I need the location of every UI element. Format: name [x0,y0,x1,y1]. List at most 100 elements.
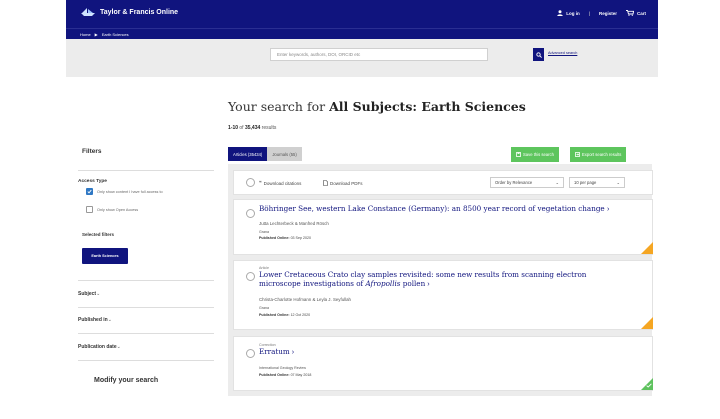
ship-logo-icon [81,8,95,16]
checkbox-unchecked[interactable] [86,206,93,213]
published-label: Published Online: [259,313,290,317]
checkbox-checked[interactable] [86,188,93,195]
login-link[interactable]: Log in [557,10,580,16]
result-journal[interactable]: Grana [259,230,269,234]
divider [78,170,214,171]
result-journal[interactable]: Grana [259,306,269,310]
title-subject: All Subjects: Earth Sciences [329,99,526,114]
download-citations-link[interactable]: ❝ Download citations [259,180,301,186]
site-logo[interactable]: Taylor & Francis Online [80,8,178,16]
full-access-label: Only show content I have full access to [97,189,163,194]
access-badge-icon [641,317,653,329]
search-input[interactable]: Enter keywords, authors, DOI, ORCID etc [270,48,488,61]
cart-icon [625,10,634,16]
published-date: 07 May 2018 [290,373,312,377]
nav-divider: | [588,10,590,16]
result-tabs: Articles (35434) Journals (55) [228,147,302,161]
chevron-down-icon: ⌄ [116,344,121,350]
result-published: Published Online: 03 Sep 2020 [259,236,311,240]
login-label: Log in [566,10,580,16]
search-band: Enter keywords, authors, DOI, ORCID etc … [66,39,658,77]
modify-search-heading[interactable]: Modify your search [94,377,158,384]
result-title: Böhringer See, western Lake Constance (G… [259,204,605,213]
divider [78,360,214,361]
full-access-checkbox[interactable]: Only show content I have full access to [86,188,163,195]
facet-published-in[interactable]: Published in⌄ [78,317,112,323]
chevron-right-icon: › [289,347,295,356]
download-citations-label: Download citations [263,180,302,186]
breadcrumb-current: Earth Sciences [101,32,129,37]
chevron-right-icon: › [425,278,430,288]
access-badge-icon [641,242,653,254]
export-icon [575,152,580,157]
breadcrumb-home[interactable]: Home [80,32,91,39]
checkmark-icon [87,189,92,194]
result-suffix: results [260,125,277,131]
export-results-label: Export search results [582,152,622,157]
facet-subject[interactable]: Subject⌄ [78,291,100,297]
order-by-select[interactable]: Order by Relevance ⌄ [490,177,564,188]
download-pdfs-link[interactable]: Download PDFs [323,180,363,186]
user-icon [557,10,563,16]
filter-chip-earth-sciences[interactable]: Earth Sciences [82,248,128,264]
document-icon [323,180,328,186]
save-icon [516,152,521,157]
save-search-button[interactable]: Save this search [511,147,559,162]
published-label: Published Online: [259,373,290,377]
tab-journals[interactable]: Journals (55) [267,147,302,161]
result-total: 35,434 [244,125,261,131]
divider [78,280,214,281]
result-title-italic: Afropollis [365,278,401,288]
chevron-down-icon: ⌄ [107,317,112,323]
selected-filters-heading: Selected filters [82,232,115,237]
chevron-down-icon: ⌄ [616,180,620,185]
register-link[interactable]: Register [599,11,617,16]
published-date: 12 Oct 2020 [290,313,311,317]
result-title-link[interactable]: Erratum › [259,347,295,357]
published-date: 03 Sep 2020 [290,236,311,240]
result-title-link[interactable]: Lower Cretaceous Crato clay samples revi… [259,270,644,288]
result-published: Published Online: 07 May 2018 [259,373,311,377]
select-all-radio[interactable] [246,178,255,187]
result-count: 1-10 of 35,434 results [228,125,276,131]
result-title: Erratum [259,347,290,356]
save-search-label: Save this search [523,152,554,157]
facet-published-label: Published in [78,317,108,323]
brand-name: Taylor & Francis Online [100,8,179,16]
divider [78,333,214,334]
open-access-checkbox[interactable]: Only show Open Access [86,206,138,213]
chevron-right-icon: › [606,204,610,213]
result-published: Published Online: 12 Oct 2020 [259,313,310,317]
advanced-search-link[interactable]: Advanced search [548,51,577,55]
page-title: Your search for All Subjects: Earth Scie… [228,99,526,114]
result-authors[interactable]: Jutta Lechterbeck & Manfred Rösch [259,221,329,226]
checkmark-icon [646,383,652,388]
per-page-value: 10 per page [574,180,597,185]
quote-icon: ❝ [259,180,262,185]
cart-link[interactable]: Cart [625,10,646,16]
cart-label: Cart [636,10,646,16]
facet-date-label: Publication date [78,344,117,350]
result-select-radio[interactable] [246,272,255,281]
result-authors[interactable]: Christa-Charlotte Hofmann & Leyla J. Sey… [259,297,351,302]
tab-articles[interactable]: Articles (35434) [228,147,268,161]
result-journal[interactable]: International Geology Review [259,366,306,370]
result-title-line2: microscope investigations of [259,278,366,288]
order-by-value: Order by Relevance [495,180,533,185]
per-page-select[interactable]: 10 per page ⌄ [569,177,625,188]
export-results-button[interactable]: Export search results [570,147,627,162]
facet-subject-label: Subject [78,291,97,297]
search-button[interactable] [533,48,544,61]
facet-publication-date[interactable]: Publication date⌄ [78,344,121,350]
chevron-down-icon: ⌄ [555,180,559,185]
divider [78,307,214,308]
published-label: Published Online: [259,236,290,240]
result-of: of [238,125,245,131]
result-select-radio[interactable] [246,209,255,218]
breadcrumb-separator: ▶ [94,32,98,37]
result-select-radio[interactable] [246,349,255,358]
open-access-label: Only show Open Access [97,207,139,212]
site-header: Taylor & Francis Online Log in | Registe… [66,0,658,28]
result-range: 1-10 [228,125,239,131]
result-title-link[interactable]: Böhringer See, western Lake Constance (G… [259,204,610,214]
